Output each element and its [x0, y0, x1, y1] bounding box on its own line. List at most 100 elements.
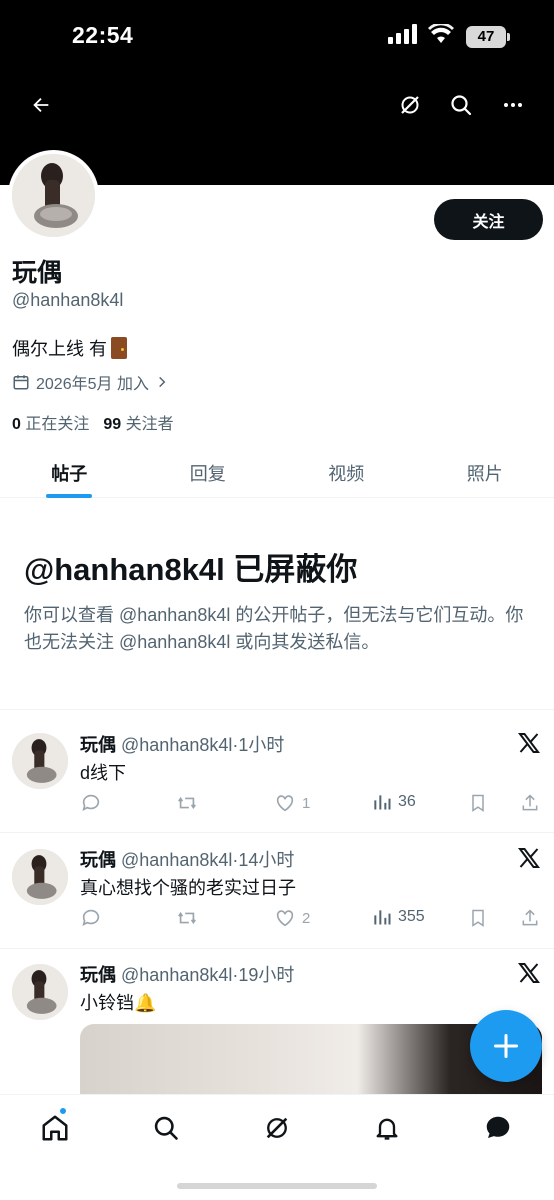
views-icon [374, 910, 391, 925]
status-time: 22:54 [72, 22, 134, 48]
share-button[interactable] [520, 907, 540, 929]
search-icon [154, 1116, 178, 1140]
bookmark-icon [472, 794, 484, 812]
home-indicator [177, 1183, 377, 1189]
tweet-author-name[interactable]: 玩偶 [80, 850, 116, 870]
blocked-description: 你可以查看 @hanhan8k4l 的公开帖子，但无法与它们互动。你也无法关注 … [24, 605, 524, 652]
reply-button[interactable] [80, 907, 102, 929]
tweet-author-name[interactable]: 玩偶 [80, 735, 116, 755]
search-icon [451, 95, 472, 116]
following-count: 0 [12, 416, 21, 433]
battery-level: 47 [466, 26, 506, 48]
tweet-header: 玩偶 @hanhan8k4l·14小时 [80, 846, 294, 872]
tweet-avatar[interactable] [12, 733, 68, 789]
like-button[interactable]: 2 [274, 907, 310, 929]
view-count: 36 [398, 793, 416, 810]
views-button[interactable]: 36 [372, 792, 416, 812]
battery-tip [507, 33, 510, 41]
followers-label: 关注者 [125, 416, 174, 433]
bookmark-icon [472, 909, 484, 927]
grok-icon [401, 96, 419, 114]
bookmark-button[interactable] [468, 792, 488, 814]
follow-stats: 0 正在关注 99 关注者 [12, 410, 174, 434]
tweet-meta: @hanhan8k4l·19小时 [121, 965, 295, 985]
nav-grok[interactable] [260, 1111, 294, 1145]
back-arrow-icon [33, 97, 49, 113]
tab-posts[interactable]: 帖子 [0, 448, 139, 497]
profile-avatar[interactable] [8, 150, 99, 241]
bookmark-button[interactable] [468, 907, 488, 929]
tweet-avatar[interactable] [12, 964, 68, 1020]
nav-notifications[interactable] [370, 1111, 404, 1145]
repost-button[interactable] [176, 907, 198, 929]
profile-bio: 偶尔上线 有 [12, 335, 128, 361]
views-button[interactable]: 355 [372, 907, 425, 927]
like-button[interactable]: 1 [274, 792, 310, 814]
more-icon [504, 103, 522, 107]
tab-photos[interactable]: 照片 [416, 448, 554, 497]
door-emoji-icon [111, 337, 128, 359]
tweet-text: d线下 [80, 763, 127, 783]
view-count: 355 [398, 908, 425, 925]
tweet-header: 玩偶 @hanhan8k4l·1小时 [80, 731, 284, 757]
tweet-meta: @hanhan8k4l·14小时 [121, 850, 295, 870]
avatar-image [12, 154, 95, 237]
tweet-header: 玩偶 @hanhan8k4l·19小时 [80, 961, 294, 987]
bio-text: 偶尔上线 有 [12, 339, 108, 359]
views-icon [374, 795, 391, 810]
x-logo-icon [518, 848, 540, 868]
plus-icon [493, 1033, 519, 1059]
more-button[interactable] [496, 88, 530, 122]
tweet-text: 真心想找个骚的老实过日子 [80, 878, 296, 898]
section-divider [0, 709, 554, 710]
back-button[interactable] [24, 88, 58, 122]
profile-handle: @hanhan8k4l [12, 290, 124, 310]
tab-videos[interactable]: 视频 [277, 448, 416, 497]
tweet-divider [0, 832, 554, 833]
repost-button[interactable] [176, 792, 198, 814]
following-label: 正在关注 [25, 416, 90, 433]
tweet-author-name[interactable]: 玩偶 [80, 965, 116, 985]
joined-date: 2026年5月 加入 [12, 370, 169, 394]
share-button[interactable] [520, 792, 540, 814]
home-icon [42, 1115, 68, 1141]
chat-icon [486, 1116, 510, 1138]
grok-icon [266, 1117, 288, 1139]
x-logo-icon [518, 963, 540, 983]
grok-button[interactable] [393, 88, 427, 122]
tweet-divider [0, 948, 554, 949]
tweet-avatar[interactable] [12, 849, 68, 905]
follow-button[interactable]: 关注 [434, 199, 543, 240]
tweet-actions: 2 355 [80, 907, 544, 931]
chevron-right-icon[interactable] [155, 375, 169, 389]
tweet-text: 小铃铛🔔 [80, 993, 157, 1013]
like-count: 2 [302, 909, 311, 927]
nav-home[interactable] [38, 1107, 72, 1145]
nav-search[interactable] [149, 1111, 183, 1145]
tab-replies[interactable]: 回复 [139, 448, 278, 497]
reply-icon [82, 794, 100, 811]
followers-link[interactable]: 99 关注者 [103, 410, 173, 434]
profile-tabs: 帖子 回复 视频 照片 [0, 448, 554, 498]
joined-text: 2026年5月 加入 [36, 376, 149, 393]
notification-dot [59, 1107, 67, 1115]
bell-icon [376, 1118, 398, 1140]
reply-icon [82, 909, 100, 926]
tweet-meta: @hanhan8k4l·1小时 [121, 735, 285, 755]
nav-messages[interactable] [481, 1111, 515, 1145]
heart-icon [276, 795, 294, 812]
blocked-title: @hanhan8k4l 已屏蔽你 [24, 552, 358, 587]
compose-button[interactable] [470, 1010, 542, 1082]
reply-button[interactable] [80, 792, 102, 814]
search-button[interactable] [444, 88, 478, 122]
signal-icon [388, 24, 417, 44]
heart-icon [276, 910, 294, 927]
repost-icon [178, 911, 196, 925]
following-link[interactable]: 0 正在关注 [12, 410, 89, 434]
wifi-icon [428, 24, 454, 43]
calendar-icon [13, 375, 29, 390]
x-logo-icon [518, 733, 540, 753]
status-icons [388, 24, 454, 44]
tweet-actions: 1 36 [80, 792, 544, 816]
share-icon [522, 794, 538, 811]
